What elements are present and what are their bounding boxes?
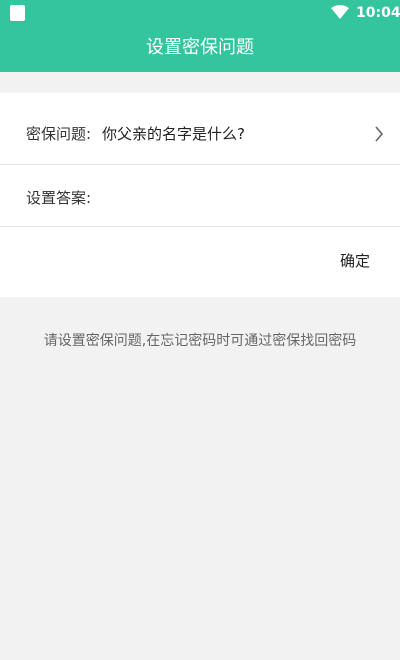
answer-input[interactable] [102, 183, 372, 213]
confirm-row: 确定 [0, 227, 400, 297]
sim-card-icon [10, 5, 25, 21]
wifi-icon [331, 5, 349, 19]
question-selector[interactable]: 密保问题: 你父亲的名字是什么? [0, 93, 400, 165]
security-question-form: 密保问题: 你父亲的名字是什么? 设置答案: 确定 [0, 93, 400, 297]
status-bar: 10:04 [0, 0, 400, 26]
question-label: 密保问题: [26, 125, 92, 143]
hint-text: 请设置密保问题,在忘记密码时可通过密保找回密码 [43, 333, 357, 349]
question-value: 你父亲的名字是什么? [102, 125, 245, 143]
confirm-button[interactable]: 确定 [330, 251, 380, 275]
status-time: 10:04 [356, 5, 400, 21]
answer-row: 设置答案: [0, 165, 400, 227]
chevron-right-icon [375, 126, 384, 142]
answer-label: 设置答案: [26, 189, 92, 207]
page-title: 设置密保问题 [146, 37, 254, 58]
app-header: 10:04 设置密保问题 [0, 0, 400, 72]
